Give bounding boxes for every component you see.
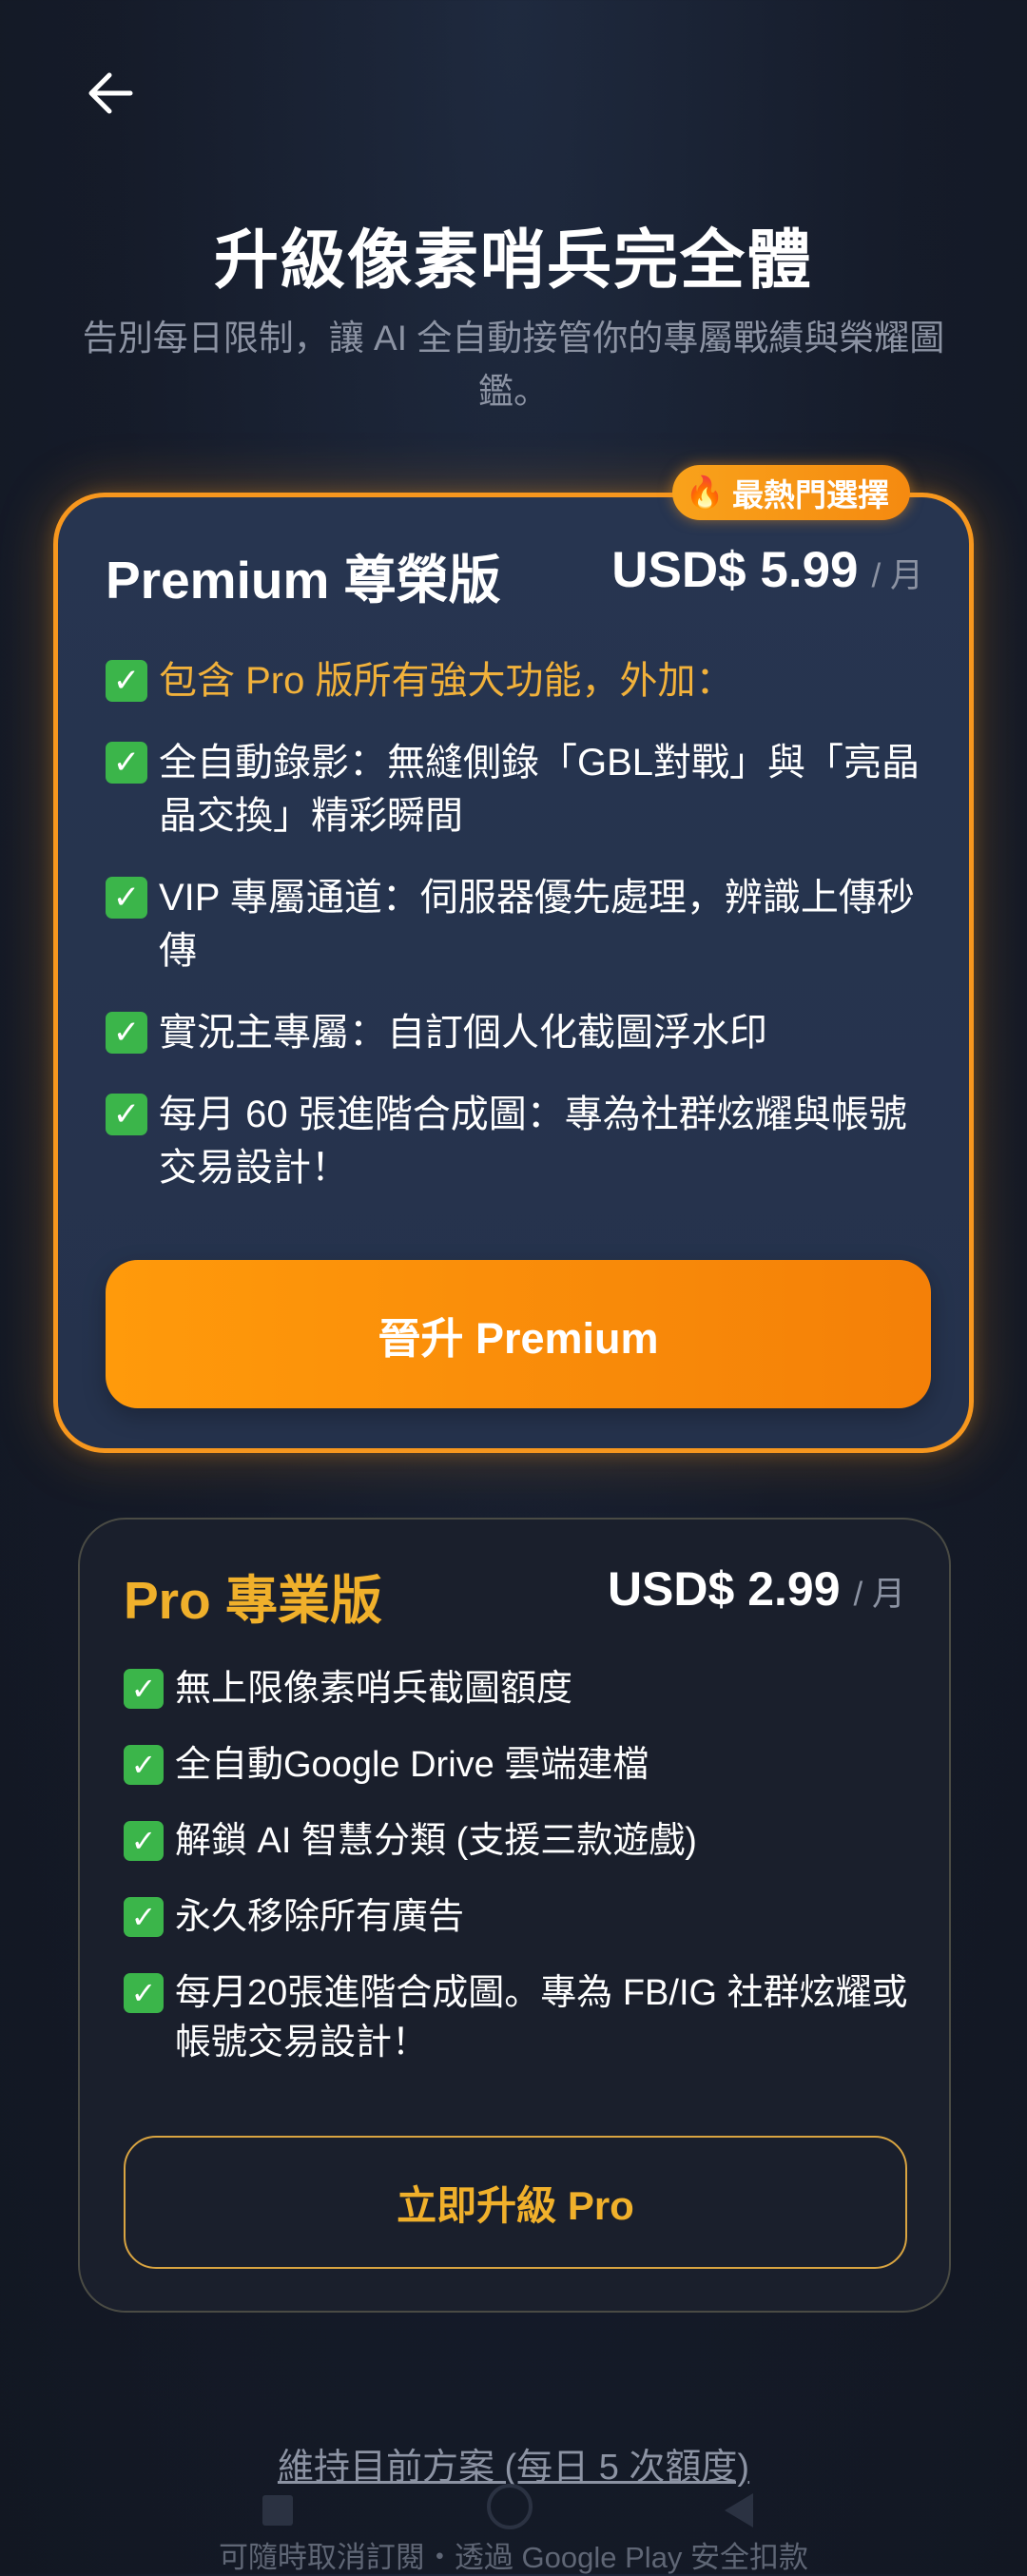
pro-price-amount: USD$ 2.99 bbox=[607, 1562, 841, 1616]
pro-feature-item: ✓ 全自動Google Drive 雲端建檔 bbox=[124, 1740, 913, 1790]
back-button[interactable] bbox=[76, 59, 145, 127]
most-popular-label: 最熱門選擇 bbox=[732, 477, 889, 513]
premium-feature-text: 包含 Pro 版所有強大功能，外加： bbox=[159, 660, 734, 702]
check-icon: ✓ bbox=[106, 877, 147, 919]
premium-feature-item: ✓ 每月 60 張進階合成圖：專為社群炫耀與帳號交易設計！ bbox=[106, 1088, 933, 1194]
recent-apps-icon[interactable] bbox=[262, 2495, 293, 2526]
pro-feature-item: ✓ 每月20張進階合成圖。專為 FB/IG 社群炫耀或帳號交易設計！ bbox=[124, 1968, 913, 2067]
upgrade-pro-button[interactable]: 立即升級 Pro bbox=[124, 2136, 907, 2269]
pro-feature-item: ✓ 解鎖 AI 智慧分類 (支援三款遊戲) bbox=[124, 1816, 913, 1866]
premium-feature-list: ✓ 包含 Pro 版所有強大功能，外加： ✓ 全自動錄影：無縫側錄「GBL對戰」… bbox=[106, 654, 933, 1223]
pro-feature-text: 解鎖 AI 智慧分類 (支援三款遊戲) bbox=[175, 1821, 697, 1861]
check-icon: ✓ bbox=[124, 1821, 164, 1861]
premium-feature-item: ✓ VIP 專屬通道：伺服器優先處理，辨識上傳秒傳 bbox=[106, 871, 933, 978]
page-subtitle: 告別每日限制，讓 AI 全自動接管你的專屬戰績與榮耀圖鑑。 bbox=[82, 319, 945, 411]
check-icon: ✓ bbox=[106, 660, 147, 702]
check-icon: ✓ bbox=[124, 1973, 164, 2013]
check-icon: ✓ bbox=[106, 1094, 147, 1135]
premium-feature-text: VIP 專屬通道：伺服器優先處理，辨識上傳秒傳 bbox=[159, 877, 915, 972]
system-nav-bar bbox=[0, 2482, 1027, 2539]
pro-feature-text: 永久移除所有廣告 bbox=[175, 1897, 465, 1937]
pro-plan-name: Pro 專業版 bbox=[124, 1571, 382, 1630]
premium-feature-text: 實況主專屬：自訂個人化截圖浮水印 bbox=[159, 1012, 767, 1054]
pro-feature-text: 全自動Google Drive 雲端建檔 bbox=[175, 1745, 649, 1785]
premium-feature-item: ✓ 實況主專屬：自訂個人化截圖浮水印 bbox=[106, 1006, 933, 1059]
check-icon: ✓ bbox=[124, 1897, 164, 1937]
premium-feature-text: 全自動錄影：無縫側錄「GBL對戰」與「亮晶晶交換」精彩瞬間 bbox=[159, 742, 920, 837]
check-icon: ✓ bbox=[124, 1669, 164, 1709]
premium-feature-text: 每月 60 張進階合成圖：專為社群炫耀與帳號交易設計！ bbox=[159, 1094, 907, 1189]
premium-price-amount: USD$ 5.99 bbox=[611, 542, 859, 598]
premium-feature-item: ✓ 包含 Pro 版所有強大功能，外加： bbox=[106, 654, 933, 707]
pro-feature-item: ✓ 無上限像素哨兵截圖額度 bbox=[124, 1664, 913, 1714]
billing-note: 可隨時取消訂閱・透過 Google Play 安全扣款 bbox=[218, 2541, 809, 2574]
pro-feature-text: 每月20張進階合成圖。專為 FB/IG 社群炫耀或帳號交易設計！ bbox=[175, 1973, 908, 2063]
check-icon: ✓ bbox=[106, 1012, 147, 1054]
arrow-left-icon bbox=[88, 72, 133, 114]
pro-feature-list: ✓ 無上限像素哨兵截圖額度 ✓ 全自動Google Drive 雲端建檔 ✓ 解… bbox=[124, 1664, 913, 2094]
most-popular-badge: 🔥 最熱門選擇 bbox=[671, 465, 910, 520]
pro-price-period: / 月 bbox=[853, 1576, 905, 1613]
premium-price: USD$ 5.99 / 月 bbox=[611, 541, 923, 599]
fire-icon: 🔥 bbox=[685, 474, 725, 510]
premium-feature-item: ✓ 全自動錄影：無縫側錄「GBL對戰」與「亮晶晶交換」精彩瞬間 bbox=[106, 736, 933, 843]
check-icon: ✓ bbox=[124, 1745, 164, 1785]
premium-price-period: / 月 bbox=[871, 557, 923, 594]
home-icon[interactable] bbox=[487, 2484, 533, 2529]
pro-feature-text: 無上限像素哨兵截圖額度 bbox=[175, 1669, 573, 1709]
premium-plan-name: Premium 尊榮版 bbox=[106, 551, 501, 610]
upgrade-premium-button[interactable]: 晉升 Premium bbox=[106, 1260, 931, 1408]
pro-feature-item: ✓ 永久移除所有廣告 bbox=[124, 1892, 913, 1942]
pro-plan-card: Pro 專業版 USD$ 2.99 / 月 ✓ 無上限像素哨兵截圖額度 ✓ 全自… bbox=[78, 1518, 951, 2313]
pro-price: USD$ 2.99 / 月 bbox=[608, 1561, 905, 1617]
premium-plan-card: 🔥 最熱門選擇 Premium 尊榮版 USD$ 5.99 / 月 ✓ 包含 P… bbox=[53, 465, 974, 1453]
page-title: 升級像素哨兵完全體 bbox=[213, 224, 813, 297]
nav-back-icon[interactable] bbox=[725, 2493, 753, 2528]
check-icon: ✓ bbox=[106, 742, 147, 784]
